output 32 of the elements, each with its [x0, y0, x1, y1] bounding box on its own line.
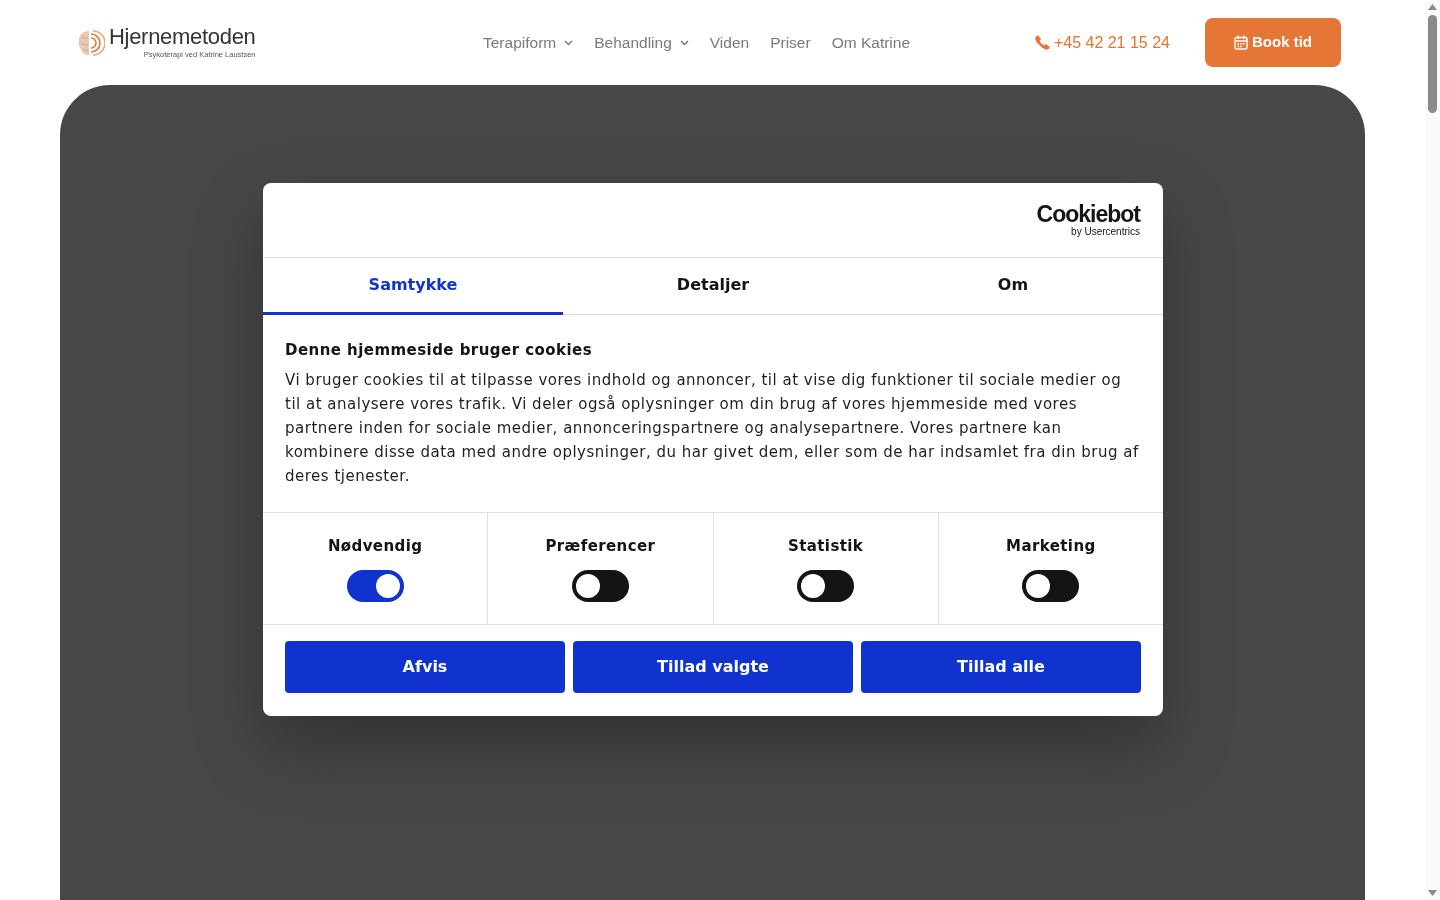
category-label: Statistik [788, 536, 864, 557]
chevron-down-icon [679, 39, 689, 46]
reject-button[interactable]: Afvis [285, 641, 565, 693]
nav-dropdown-link[interactable]: Terapiform [483, 30, 574, 55]
dialog-heading: Denne hjemmeside bruger cookies [285, 340, 594, 361]
nav-link[interactable]: Om Katrine [831, 30, 911, 55]
dialog-description: Vi bruger cookies til at tilpasse vores indhold og annoncer, til at vise dig funktioner til sociale medier og til at analysere vores trafik. Vi deler også oplysninger om din brug af vores hjemmeside med vores partnere inden for sociale medier, annonceringspartnere og analysepartnere. Vores partnere kan kombinere disse data med andre oplysninger, du har givet dem, eller som de har indsamlet fra din brug af deres tjenester. [285, 370, 1140, 487]
toggle-switch[interactable] [797, 570, 855, 602]
dialog-tab[interactable]: Om [863, 258, 1163, 315]
nav-dropdown-link[interactable]: Behandling [594, 30, 689, 55]
toggle-switch[interactable] [346, 570, 404, 602]
brand-wordmark: Cookiebot [1036, 203, 1140, 226]
toggle-switch[interactable] [1022, 570, 1080, 602]
nav-link[interactable]: Viden [709, 30, 750, 55]
allow-selection-button[interactable]: Tillad valgte [573, 641, 853, 693]
chevron-down-icon [564, 39, 574, 46]
nav-link[interactable]: Priser [770, 30, 811, 55]
brand-byline: by Usercentrics [1070, 227, 1140, 237]
scroll-up-icon[interactable] [1428, 4, 1437, 10]
allow-all-button[interactable]: Tillad alle [861, 641, 1141, 693]
dialog-tab[interactable]: Samtykke [263, 258, 563, 315]
scrollbar-thumb[interactable] [1428, 15, 1437, 113]
brain-logo-icon [77, 27, 105, 58]
logo-wordmark: Hjernemetoden [109, 26, 256, 49]
category-label: Marketing [1006, 536, 1096, 557]
calendar-icon [1234, 35, 1248, 50]
category-label: Nødvendig [327, 536, 423, 557]
toggle-switch[interactable] [571, 570, 629, 602]
category-label: Præferencer [545, 536, 656, 557]
dialog-tab[interactable]: Detaljer [563, 258, 863, 315]
phone-icon [1034, 35, 1050, 50]
scroll-down-icon[interactable] [1428, 890, 1437, 896]
